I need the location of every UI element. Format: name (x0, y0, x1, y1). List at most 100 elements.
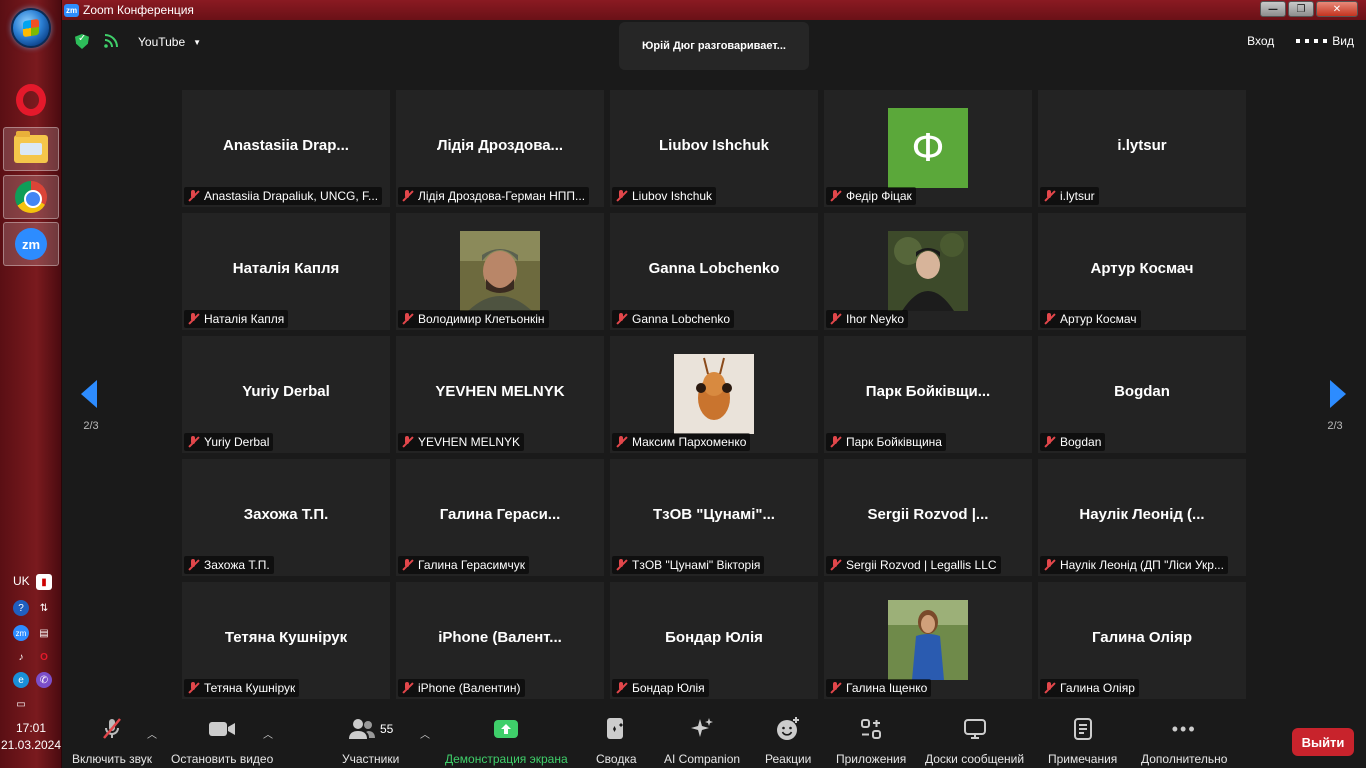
minimize-button[interactable]: — (1260, 1, 1286, 17)
gallery-view: Anastasiia Drap... Anastasiia Drapaliuk, … (182, 90, 1246, 699)
stop-video-button[interactable]: Остановить видео (171, 716, 273, 766)
previous-page-arrow-icon[interactable] (81, 380, 97, 408)
participant-tile[interactable]: Бондар Юлія Бондар Юлія (610, 582, 818, 699)
participant-name: Наталія Капля (204, 312, 285, 326)
help-icon[interactable]: ? (13, 600, 29, 616)
language-indicator[interactable]: UK (13, 574, 30, 588)
summary-button[interactable]: Сводка (596, 716, 637, 766)
participants-icon: 55 (348, 716, 393, 742)
participant-tile[interactable]: Максим Пархоменко (610, 336, 818, 453)
participant-tile[interactable]: Ganna Lobchenko Ganna Lobchenko (610, 213, 818, 330)
participant-tile[interactable]: Артур Космач Артур Космач (1038, 213, 1246, 330)
clock-time: 17:01 (15, 721, 47, 735)
participant-name: Максим Пархоменко (632, 435, 747, 449)
participant-tile[interactable]: Ф Федір Фіцак (824, 90, 1032, 207)
avatar: Ф (888, 108, 968, 188)
zoom-tray-icon[interactable]: zm (13, 625, 29, 641)
mic-muted-icon (400, 312, 414, 326)
pdf-icon[interactable]: ▮ (36, 574, 52, 590)
audio-options-chevron-icon[interactable]: ︿ (147, 726, 157, 741)
apps-button[interactable]: Приложения (836, 716, 906, 766)
live-stream-dropdown[interactable]: YouTube ▼ (130, 30, 209, 54)
taskbar-zoom[interactable]: zm (3, 222, 59, 266)
viber-icon[interactable]: ✆ (36, 672, 52, 688)
whiteboards-label: Доски сообщений (925, 752, 1025, 766)
system-clock[interactable]: 17:01 21.03.2024 (0, 720, 62, 754)
participant-tile[interactable]: Liubov Ishchuk Liubov Ishchuk (610, 90, 818, 207)
close-button[interactable]: ✕ (1316, 1, 1358, 17)
maximize-button[interactable]: ❐ (1288, 1, 1314, 17)
ai-companion-label: AI Companion (664, 752, 741, 766)
participant-tile[interactable]: Галина Гераси... Галина Герасимчук (396, 459, 604, 576)
participant-tile[interactable]: YEVHEN MELNYK YEVHEN MELNYK (396, 336, 604, 453)
participant-tile[interactable]: ТзОВ "Цунамі"... ТзОВ "Цунамі" Вікторія (610, 459, 818, 576)
participant-tile[interactable]: Володимир Клетьонкін (396, 213, 604, 330)
notes-button[interactable]: Примечания (1048, 716, 1117, 766)
participant-tile[interactable]: Лідія Дроздова... Лідія Дроздова-Герман Н… (396, 90, 604, 207)
participant-name: Парк Бойківщина (846, 435, 942, 449)
mic-muted-icon (99, 716, 125, 742)
meeting-toolbar: Включить звук ︿ Остановить видео ︿ 55 Уч… (62, 712, 1366, 768)
participant-display-name: i.lytsur (1117, 137, 1167, 154)
clipboard-icon[interactable]: ▤ (36, 625, 52, 641)
participant-tile[interactable]: Галина Іщенко (824, 582, 1032, 699)
participant-tile[interactable]: Парк Бойківщи... Парк Бойківщина (824, 336, 1032, 453)
participant-name-label: Артур Космач (1040, 310, 1141, 328)
participant-display-name: Галина Оліяр (1091, 629, 1193, 646)
participant-display-name: Наулік Леонід (... (1079, 506, 1205, 523)
participant-name: ТзОВ "Цунамі" Вікторія (632, 558, 761, 572)
participant-display-name: Захожа Т.П. (243, 506, 329, 523)
start-button[interactable] (11, 8, 51, 48)
participant-tile[interactable]: Наталія Капля Наталія Капля (182, 213, 390, 330)
whiteboard-icon (963, 716, 987, 742)
participants-chevron-icon[interactable]: ︿ (420, 726, 430, 741)
participant-tile[interactable]: Bogdan Bogdan (1038, 336, 1246, 453)
share-label: Демонстрация экрана (445, 752, 568, 766)
edge-icon[interactable]: e (13, 672, 29, 688)
participant-tile[interactable]: i.lytsur i.lytsur (1038, 90, 1246, 207)
participant-tile[interactable]: Захожа Т.П. Захожа Т.П. (182, 459, 390, 576)
participants-button[interactable]: 55 Участники (342, 716, 399, 766)
more-button[interactable]: ••• Дополнительно (1141, 716, 1227, 767)
participant-tile[interactable]: Ihor Neyko (824, 213, 1032, 330)
leave-button[interactable]: Выйти (1292, 728, 1354, 756)
display-icon[interactable]: ▭ (13, 696, 29, 712)
participant-name: YEVHEN MELNYK (418, 435, 521, 449)
grid-view-icon (1296, 39, 1328, 43)
participant-name: iPhone (Валентин) (418, 681, 521, 695)
participant-display-name: Ganna Lobchenko (648, 260, 780, 277)
mic-muted-icon (614, 189, 628, 203)
participant-tile[interactable]: Тетяна Кушнірук Тетяна Кушнірук (182, 582, 390, 699)
participant-name-label: Ihor Neyko (826, 310, 909, 328)
taskbar-opera[interactable] (3, 78, 59, 122)
shield-icon[interactable] (75, 34, 89, 49)
taskbar-explorer[interactable] (3, 127, 59, 171)
network-icon[interactable]: ⇅ (36, 600, 52, 616)
volume-icon[interactable]: ♪ (13, 649, 29, 665)
opera-tray-icon[interactable]: O (36, 649, 52, 665)
reactions-button[interactable]: Реакции (765, 716, 811, 766)
participant-name-label: Федір Фіцак (826, 187, 916, 205)
participant-name: Liubov Ishchuk (632, 189, 713, 203)
taskbar-chrome[interactable] (3, 175, 59, 219)
unmute-button[interactable]: Включить звук (72, 716, 152, 766)
participant-tile[interactable]: Yuriy Derbal Yuriy Derbal (182, 336, 390, 453)
video-options-chevron-icon[interactable]: ︿ (263, 726, 273, 741)
view-button[interactable]: Вид (1296, 34, 1354, 48)
notes-icon (1073, 716, 1093, 742)
whiteboards-button[interactable]: Доски сообщений (925, 716, 1024, 766)
participant-display-name: YEVHEN MELNYK (435, 383, 565, 400)
live-stream-icon[interactable] (104, 34, 118, 48)
enter-button[interactable]: Вход (1247, 34, 1274, 48)
avatar-photo (674, 354, 754, 434)
participant-tile[interactable]: iPhone (Валент... iPhone (Валентин) (396, 582, 604, 699)
participant-display-name: Bogdan (1114, 383, 1170, 400)
share-screen-button[interactable]: Демонстрация экрана (445, 716, 568, 766)
participant-tile[interactable]: Наулік Леонід (... Наулік Леонід (ДП "Ліс… (1038, 459, 1246, 576)
participant-display-name: Sergii Rozvod |... (867, 506, 989, 523)
next-page-arrow-icon[interactable] (1330, 380, 1346, 408)
ai-companion-button[interactable]: AI Companion (664, 716, 740, 766)
participant-tile[interactable]: Sergii Rozvod |... Sergii Rozvod | Legall… (824, 459, 1032, 576)
participant-tile[interactable]: Галина Оліяр Галина Оліяр (1038, 582, 1246, 699)
participant-tile[interactable]: Anastasiia Drap... Anastasiia Drapaliuk, … (182, 90, 390, 207)
